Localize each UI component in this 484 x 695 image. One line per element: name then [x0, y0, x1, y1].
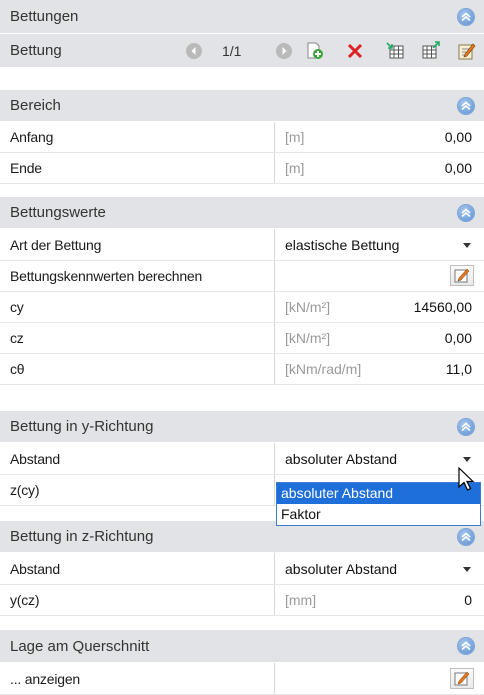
- collapse-icon[interactable]: [458, 638, 474, 654]
- property-label: ... anzeigen: [10, 670, 80, 687]
- edit-dialog-button[interactable]: [450, 265, 474, 286]
- unit-label: [kNm/rad/m]: [285, 361, 362, 377]
- collapse-icon[interactable]: [458, 528, 474, 545]
- chevron-down-icon[interactable]: [463, 456, 471, 462]
- edit-dialog-button[interactable]: [450, 667, 474, 689]
- row-ende: Ende [m] 0,00: [0, 153, 484, 184]
- row-ctheta: cθ [kNm/rad/m] 11,0: [0, 354, 484, 385]
- property-label: cy: [10, 299, 24, 315]
- row-art-der-bettung: Art der Bettung elastische Bettung: [0, 229, 484, 261]
- cy-value[interactable]: 14560,00: [414, 292, 472, 322]
- property-label: z(cy): [10, 482, 40, 498]
- collapse-icon[interactable]: [458, 418, 474, 435]
- property-label: Art der Bettung: [10, 236, 102, 253]
- chevron-down-icon[interactable]: [463, 242, 471, 248]
- unit-label: [m]: [285, 160, 305, 176]
- property-label: Bettungskennwerten berechnen: [10, 268, 203, 284]
- row-y-cz: y(cz) [mm] 0: [0, 585, 484, 616]
- unit-label: [m]: [285, 129, 305, 145]
- anfang-value[interactable]: 0,00: [445, 122, 472, 152]
- unit-label: [mm]: [285, 592, 317, 608]
- toolbar-label: Bettung: [10, 42, 62, 59]
- row-abstand-z: Abstand absoluter Abstand: [0, 553, 484, 585]
- unit-label: [kN/m²]: [285, 299, 331, 315]
- art-der-bettung-select[interactable]: elastische Bettung: [285, 229, 399, 260]
- property-label: Abstand: [10, 450, 60, 467]
- dropdown-option-absolute[interactable]: absoluter Abstand: [277, 483, 480, 504]
- mouse-cursor-icon: [458, 467, 475, 491]
- properties-panel: Bettungen Bettung 1/1 Bereich Anfang [m]…: [0, 0, 484, 695]
- y-cz-value[interactable]: 0: [464, 585, 472, 615]
- next-icon[interactable]: [276, 42, 292, 59]
- row-cz: cz [kN/m²] 0,00: [0, 323, 484, 354]
- dropdown-option-faktor[interactable]: Faktor: [277, 504, 480, 525]
- section-title: Bettungswerte: [10, 204, 106, 221]
- section-title: Bettung in y-Richtung: [10, 418, 154, 435]
- collapse-icon[interactable]: [458, 204, 474, 221]
- add-icon[interactable]: [305, 41, 325, 61]
- edit-icon[interactable]: [456, 41, 476, 61]
- ctheta-value[interactable]: 11,0: [446, 354, 472, 384]
- property-label: Abstand: [10, 560, 60, 577]
- chevron-down-icon[interactable]: [463, 566, 471, 572]
- row-anzeigen: ... anzeigen: [0, 663, 484, 695]
- section-header-bettungswerte[interactable]: Bettungswerte: [0, 197, 484, 229]
- section-header-lage[interactable]: Lage am Querschnitt: [0, 630, 484, 663]
- section-header-bettungen[interactable]: Bettungen: [0, 0, 484, 34]
- section-title: Bereich: [10, 97, 61, 114]
- abstand-z-select[interactable]: absoluter Abstand: [285, 553, 397, 584]
- delete-icon[interactable]: [345, 41, 365, 61]
- property-label: Anfang: [10, 129, 54, 145]
- row-berechnen: Bettungskennwerten berechnen: [0, 261, 484, 292]
- abstand-y-select[interactable]: absoluter Abstand: [285, 443, 397, 474]
- table-import-icon[interactable]: [385, 41, 405, 61]
- bettung-toolbar: Bettung 1/1: [0, 34, 484, 68]
- property-label: cz: [10, 330, 24, 346]
- ende-value[interactable]: 0,00: [445, 153, 472, 183]
- property-label: cθ: [10, 361, 25, 377]
- property-label: Ende: [10, 160, 42, 176]
- row-cy: cy [kN/m²] 14560,00: [0, 292, 484, 323]
- collapse-icon[interactable]: [458, 97, 474, 114]
- collapse-icon[interactable]: [458, 8, 474, 25]
- unit-label: [kN/m²]: [285, 330, 331, 346]
- property-label: y(cz): [10, 592, 40, 608]
- row-abstand-y: Abstand absoluter Abstand: [0, 443, 484, 475]
- page-counter: 1/1: [222, 42, 242, 59]
- section-header-bereich[interactable]: Bereich: [0, 90, 484, 122]
- section-title: Bettungen: [10, 8, 79, 25]
- section-header-y-richtung[interactable]: Bettung in y-Richtung: [0, 411, 484, 443]
- section-title: Bettung in z-Richtung: [10, 528, 154, 545]
- prev-icon[interactable]: [186, 42, 202, 59]
- section-title: Lage am Querschnitt: [10, 637, 150, 655]
- abstand-dropdown-list[interactable]: absoluter Abstand Faktor: [276, 482, 481, 526]
- row-anfang: Anfang [m] 0,00: [0, 122, 484, 153]
- table-export-icon[interactable]: [421, 40, 441, 61]
- cz-value[interactable]: 0,00: [445, 323, 472, 353]
